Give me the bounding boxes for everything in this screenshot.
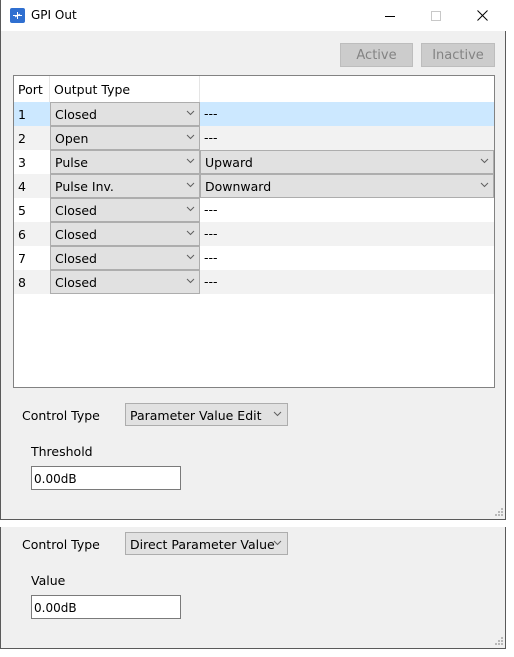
output-type-value: Closed	[55, 107, 97, 122]
window-title: GPI Out	[31, 8, 77, 22]
control-type-dropdown[interactable]: Direct Parameter Value	[125, 532, 288, 555]
column-divider[interactable]	[199, 76, 200, 102]
option-placeholder: ---	[204, 130, 218, 145]
chevron-down-icon	[186, 254, 195, 260]
output-type-value: Open	[55, 131, 89, 146]
output-type-value: Closed	[55, 227, 97, 242]
chevron-down-icon	[186, 206, 195, 212]
gpi-app-icon	[10, 8, 25, 23]
option-placeholder: ---	[204, 250, 218, 265]
value-input[interactable]: 0.00dB	[31, 595, 181, 619]
port-number: 6	[18, 227, 26, 242]
threshold-label: Threshold	[31, 444, 93, 459]
table-row[interactable]: 3 Pulse Upward	[14, 150, 494, 174]
output-type-value: Closed	[55, 203, 97, 218]
output-type-dropdown[interactable]: Closed	[50, 198, 200, 222]
output-type-value: Closed	[55, 275, 97, 290]
gpi-output-grid: Port Output Type 1 Closed --- 2 Open ---	[13, 75, 495, 388]
chevron-down-icon	[186, 230, 195, 236]
direct-parameter-panel: Control Type Direct Parameter Value Valu…	[0, 527, 506, 649]
pulse-direction-dropdown[interactable]: Downward	[200, 174, 494, 198]
inactive-button[interactable]: Inactive	[421, 43, 495, 67]
port-number: 3	[18, 155, 26, 170]
column-header-output-type[interactable]: Output Type	[54, 82, 130, 97]
chevron-down-icon	[273, 540, 282, 546]
chevron-down-icon	[186, 134, 195, 140]
maximize-button[interactable]	[413, 0, 459, 31]
option-placeholder: ---	[204, 274, 218, 289]
chevron-down-icon	[186, 110, 195, 116]
resize-grip-icon[interactable]	[495, 637, 503, 645]
chevron-down-icon	[480, 158, 489, 164]
close-button[interactable]	[459, 0, 505, 31]
control-type-label: Control Type	[22, 537, 100, 552]
table-row[interactable]: 7 Closed ---	[14, 246, 494, 270]
port-number: 2	[18, 131, 26, 146]
threshold-value: 0.00dB	[34, 472, 77, 486]
output-type-dropdown[interactable]: Closed	[50, 222, 200, 246]
output-type-value: Pulse Inv.	[55, 179, 114, 194]
maximize-icon	[431, 10, 441, 21]
minimize-icon	[385, 15, 395, 17]
port-number: 4	[18, 179, 26, 194]
chevron-down-icon	[273, 411, 282, 417]
output-type-dropdown[interactable]: Closed	[50, 246, 200, 270]
output-type-value: Closed	[55, 251, 97, 266]
table-row[interactable]: 6 Closed ---	[14, 222, 494, 246]
value-field-value: 0.00dB	[34, 601, 77, 615]
option-placeholder: ---	[204, 202, 218, 217]
port-number: 8	[18, 275, 26, 290]
output-type-dropdown[interactable]: Closed	[50, 102, 200, 126]
option-placeholder: ---	[204, 226, 218, 241]
chevron-down-icon	[186, 158, 195, 164]
gpi-out-window: GPI Out Active Inactive Port Output Type…	[0, 0, 506, 520]
close-icon	[476, 10, 488, 21]
threshold-input[interactable]: 0.00dB	[31, 466, 181, 490]
control-type-value: Direct Parameter Value	[130, 537, 275, 552]
column-header-port[interactable]: Port	[18, 82, 43, 97]
table-row[interactable]: 8 Closed ---	[14, 270, 494, 294]
table-row[interactable]: 2 Open ---	[14, 126, 494, 150]
control-type-dropdown[interactable]: Parameter Value Edit	[125, 403, 288, 426]
output-type-dropdown[interactable]: Closed	[50, 270, 200, 294]
minimize-button[interactable]	[367, 0, 413, 31]
chevron-down-icon	[186, 278, 195, 284]
control-type-label: Control Type	[22, 408, 100, 423]
option-placeholder: ---	[204, 106, 218, 121]
title-bar: GPI Out	[1, 0, 506, 31]
chevron-down-icon	[186, 182, 195, 188]
port-number: 7	[18, 251, 26, 266]
column-divider[interactable]	[49, 76, 50, 102]
resize-grip-icon[interactable]	[495, 508, 503, 516]
port-number: 5	[18, 203, 26, 218]
output-type-dropdown[interactable]: Open	[50, 126, 200, 150]
grid-header: Port Output Type	[14, 76, 494, 102]
pulse-direction-value: Upward	[205, 155, 253, 170]
pulse-direction-value: Downward	[205, 179, 272, 194]
table-row[interactable]: 4 Pulse Inv. Downward	[14, 174, 494, 198]
table-row[interactable]: 1 Closed ---	[14, 102, 494, 126]
pulse-direction-dropdown[interactable]: Upward	[200, 150, 494, 174]
output-type-dropdown[interactable]: Pulse Inv.	[50, 174, 200, 198]
port-number: 1	[18, 107, 26, 122]
active-button[interactable]: Active	[340, 43, 413, 67]
table-row[interactable]: 5 Closed ---	[14, 198, 494, 222]
chevron-down-icon	[480, 182, 489, 188]
value-label: Value	[31, 573, 66, 588]
control-type-value: Parameter Value Edit	[130, 408, 262, 423]
output-type-value: Pulse	[55, 155, 88, 170]
output-type-dropdown[interactable]: Pulse	[50, 150, 200, 174]
